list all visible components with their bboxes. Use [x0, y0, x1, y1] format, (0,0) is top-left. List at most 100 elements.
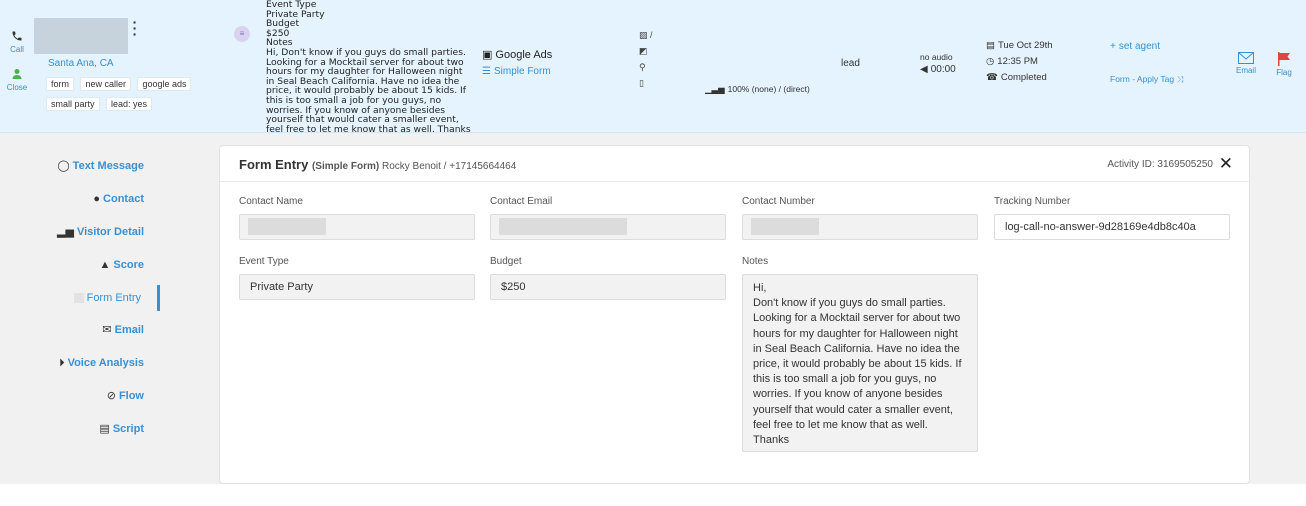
contact-number-field[interactable] — [742, 214, 978, 240]
tag[interactable]: lead: yes — [105, 97, 152, 111]
audio-label: no audio — [920, 52, 953, 62]
notes-line: feel free to let me know that as well. — [753, 418, 928, 431]
contact-email-label: Contact Email — [490, 196, 553, 207]
tracking-number-label: Tracking Number — [994, 196, 1071, 207]
nav-label: Voice Analysis — [67, 357, 144, 369]
score-icon: ▲ — [99, 259, 111, 271]
set-agent-label: set agent — [1118, 41, 1160, 52]
budget-label: Budget — [490, 256, 522, 267]
email-label: Email — [1235, 66, 1256, 75]
plus-icon: + — [1110, 41, 1116, 52]
call-summary-bar: Call Close · · · Santa Ana, CA form new ca… — [0, 0, 1306, 134]
form-entry-card: Form Entry (Simple Form) Rocky Benoit / … — [219, 145, 1250, 484]
redacted-value — [751, 218, 819, 235]
document-icon: ▤ — [99, 423, 110, 435]
apply-tag-link[interactable]: Form - Apply Tag ⤨ — [1110, 74, 1183, 85]
caller-name-redacted — [34, 18, 128, 54]
call-date: Tue Oct 29th — [997, 40, 1053, 51]
flag-icon — [1274, 52, 1294, 68]
notes-line: in Seal Beach California. Have no idea t… — [753, 342, 960, 355]
nav-label: Contact — [103, 193, 144, 205]
apply-tag-label: Form - Apply Tag — [1110, 74, 1175, 84]
flag-action[interactable]: Flag — [1274, 52, 1294, 77]
tag[interactable]: small party — [46, 97, 100, 111]
clock-icon: ◷ — [986, 56, 995, 67]
tag[interactable]: google ads — [137, 77, 192, 91]
kebab-menu-icon[interactable]: · · · — [131, 15, 139, 41]
tag[interactable]: form — [46, 77, 74, 91]
flag-label: Flag — [1276, 68, 1292, 77]
close-icon[interactable]: ✕ — [1219, 154, 1233, 174]
form-source-label: Simple Form — [493, 66, 551, 77]
call-state: Completed — [1000, 72, 1047, 83]
notes-field[interactable]: Hi, Don't know if you guys do small part… — [742, 274, 978, 452]
nav-contact[interactable]: ● Contact — [0, 186, 160, 212]
envelope-icon — [1234, 52, 1258, 66]
contact-line: Rocky Benoit / +17145664464 — [381, 161, 517, 172]
set-agent-link[interactable]: + set agent — [1110, 41, 1160, 52]
shuffle-icon: ⤨ — [1176, 74, 1184, 84]
nav-score[interactable]: ▲ Score — [0, 252, 160, 278]
nav-label: Flow — [118, 390, 144, 402]
contact-name-field[interactable] — [239, 214, 475, 240]
audio-info: no audio ◀ 00:00 — [920, 52, 956, 75]
bar-chart-icon: ▁▃▅ — [705, 84, 725, 94]
phone-icon — [6, 30, 28, 44]
budget-field[interactable]: $250 — [490, 274, 726, 300]
traffic-source: ▣ Google Ads ☰ Simple Form — [482, 48, 552, 77]
notes-line: Looking for a Mocktail server for about … — [753, 312, 961, 325]
chat-icon: ◯ — [57, 160, 70, 172]
flow-icon: ⊘ — [106, 390, 116, 402]
image-icon: ▨ / — [639, 30, 653, 40]
source-label: Google Ads — [495, 49, 553, 61]
nav-visitor-detail[interactable]: ▂▅ Visitor Detail — [0, 219, 160, 245]
nav-label: Text Message — [72, 160, 144, 172]
form-name: (Simple Form) — [311, 161, 380, 172]
volume-icon: ◀ — [920, 64, 928, 75]
event-type-field[interactable]: Private Party — [239, 274, 475, 300]
close-action[interactable]: Close — [6, 68, 28, 92]
form-icon: ☰ — [482, 66, 491, 77]
notes-line: hours for my daughter for Halloween nigh… — [753, 327, 958, 340]
email-action[interactable]: Email — [1234, 52, 1258, 75]
form-summary-text: Event Type Private Party Budget $250 Not… — [266, 0, 474, 134]
nav-label: Email — [114, 324, 144, 336]
nav-email[interactable]: ✉ Email — [0, 317, 160, 343]
form-entry-title: Form Entry — [239, 157, 309, 172]
redacted-value — [248, 218, 326, 235]
page-footer-space — [0, 484, 1306, 506]
bar-chart-icon: ▂▅ — [57, 226, 74, 238]
notes-line: this is too small a job for you guys, no — [753, 373, 937, 386]
call-label: Call — [10, 45, 24, 54]
tag[interactable]: new caller — [80, 77, 131, 91]
notes-line: Thanks — [753, 434, 790, 447]
activity-id: Activity ID: 3169505250 — [1107, 159, 1213, 170]
notes-line: yourself that would cater a smaller even… — [753, 403, 953, 416]
form-badge-icon: ≡ — [234, 26, 250, 42]
contact-name-label: Contact Name — [239, 196, 303, 207]
caller-location: Santa Ana, CA — [48, 58, 114, 69]
audio-duration[interactable]: ◀ 00:00 — [920, 64, 956, 75]
form-source-link[interactable]: ☰ Simple Form — [482, 66, 552, 77]
nav-script[interactable]: ▤ Script — [0, 416, 160, 442]
summary-line: $250 — [266, 27, 290, 39]
user-check-icon — [6, 68, 28, 82]
browser-icon: ◩ — [639, 46, 648, 56]
notes-line: Don't know if you guys do small parties. — [753, 297, 946, 310]
tracking-number-field[interactable]: log-call-no-answer-9d28169e4db8c40a — [994, 214, 1230, 240]
nav-text-message[interactable]: ◯ Text Message — [0, 153, 160, 179]
notes-line: price, it would probably be about 15 kid… — [753, 358, 962, 371]
notes-label: Notes — [742, 256, 769, 267]
notes-line: worries. If you know of anyone besides — [753, 388, 943, 401]
nav-flow[interactable]: ⊘ Flow — [0, 383, 160, 409]
device-info: ▨ / ◩ ⚲ ▯ — [639, 30, 669, 94]
call-action[interactable]: Call — [6, 30, 28, 54]
phone-hangup-icon: ☎ — [986, 72, 998, 83]
call-datetime: ▤ Tue Oct 29th ◷ 12:35 PM ☎ Completed — [986, 38, 1053, 86]
nav-form-entry[interactable]: Form Entry — [0, 285, 160, 311]
nav-label: Script — [112, 423, 144, 435]
nav-voice-analysis[interactable]: ⏵ Voice Analysis — [0, 350, 160, 376]
tag-list: form new caller google ads small party l… — [46, 74, 246, 114]
contact-email-field[interactable] — [490, 214, 726, 240]
attribution: ▁▃▅ 100% (none) / (direct) — [705, 84, 810, 95]
